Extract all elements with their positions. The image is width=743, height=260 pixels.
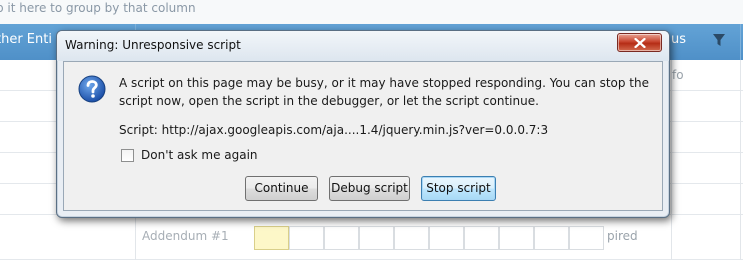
column-line	[671, 60, 672, 260]
timeline-cell[interactable]	[534, 226, 569, 250]
dialog-message: A script on this page may be busy, or it…	[119, 76, 649, 108]
dialog-body: A script on this page may be busy, or it…	[63, 61, 663, 211]
timeline-cell[interactable]	[254, 226, 289, 250]
timeline-cell[interactable]	[394, 226, 429, 250]
stop-script-button[interactable]: Stop script	[421, 176, 496, 201]
script-location: Script: http://ajax.googleapis.com/aja..…	[119, 123, 549, 137]
debug-script-button[interactable]: Debug script	[329, 176, 410, 201]
timeline-cell[interactable]	[359, 226, 394, 250]
addendum-cell: Addendum #1	[142, 229, 229, 243]
timeline-cell[interactable]	[499, 226, 534, 250]
dont-ask-checkbox[interactable]	[121, 149, 134, 162]
status-cell: pired	[607, 229, 638, 243]
cell-text: fo	[672, 68, 684, 82]
timeline-cell[interactable]	[569, 226, 604, 250]
dialog-title: Warning: Unresponsive script	[65, 38, 241, 52]
group-by-bar[interactable]: p it here to group by that column	[0, 0, 743, 24]
close-button[interactable]	[617, 33, 662, 52]
column-header-status[interactable]: us	[671, 32, 686, 47]
timeline-cell[interactable]	[429, 226, 464, 250]
dont-ask-label[interactable]: Don't ask me again	[141, 148, 258, 162]
timeline-cell[interactable]	[289, 226, 324, 250]
column-line	[740, 60, 741, 260]
timeline-cell[interactable]	[464, 226, 499, 250]
unresponsive-script-dialog: Warning: Unresponsive script A script on…	[56, 30, 670, 218]
timeline-cell[interactable]	[324, 226, 359, 250]
close-icon	[634, 38, 646, 48]
column-separator	[740, 24, 741, 60]
column-header-other-entity[interactable]: ther Enti	[0, 32, 52, 47]
question-icon	[78, 75, 106, 103]
continue-button[interactable]: Continue	[245, 176, 318, 201]
filter-icon[interactable]	[713, 33, 725, 47]
dialog-titlebar[interactable]: Warning: Unresponsive script	[57, 31, 669, 61]
group-by-hint: p it here to group by that column	[0, 1, 196, 15]
